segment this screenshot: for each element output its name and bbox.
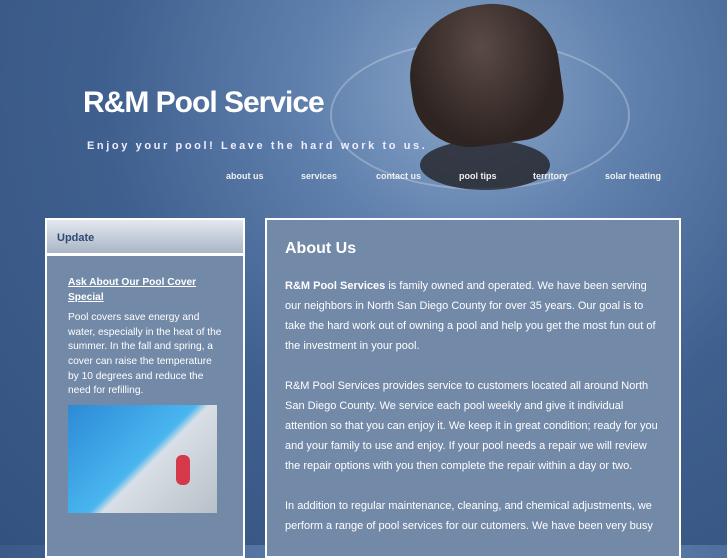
nav-contact-us[interactable]: contact us bbox=[376, 171, 421, 181]
sidebar-text: Pool covers save energy and water, espec… bbox=[68, 312, 222, 397]
paragraph-2: R&M Pool Services provides service to cu… bbox=[285, 380, 658, 472]
nav-solar-heating[interactable]: solar heating bbox=[605, 171, 661, 181]
nav-services[interactable]: services bbox=[301, 171, 337, 181]
page-heading: About Us bbox=[285, 240, 357, 257]
nav-about-us[interactable]: about us bbox=[226, 171, 264, 181]
paragraph-1: R&M Pool Services is family owned and op… bbox=[285, 276, 661, 356]
site-title: R&M Pool Service bbox=[83, 86, 325, 119]
nav-territory[interactable]: territory bbox=[533, 171, 568, 181]
tagline: Enjoy your pool! Leave the hard work to … bbox=[87, 140, 428, 152]
about-us-panel: About Us R&M Pool Services is family own… bbox=[265, 218, 681, 558]
nav-pool-tips[interactable]: pool tips bbox=[459, 171, 497, 181]
company-name: R&M Pool Services bbox=[285, 280, 386, 292]
update-sidebar: Update Ask About Our Pool Cover Special … bbox=[45, 218, 245, 558]
pool-cover-special-link[interactable]: Ask About Our Pool Cover Special bbox=[68, 276, 222, 305]
paragraph-3: In addition to regular maintenance, clea… bbox=[285, 500, 653, 532]
pool-cover-image bbox=[68, 404, 217, 513]
sidebar-heading: Update bbox=[47, 220, 243, 256]
seal-reflection bbox=[420, 140, 550, 190]
